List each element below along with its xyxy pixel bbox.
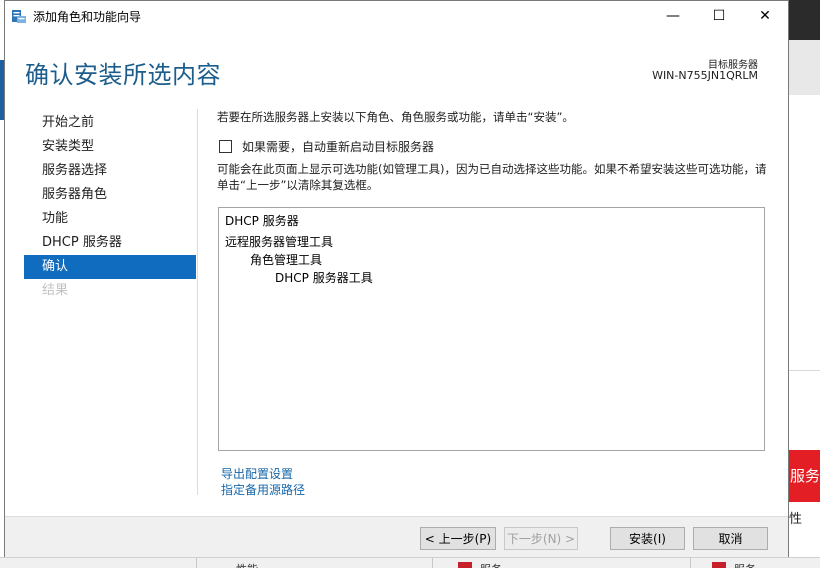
intro-text: 若要在所选服务器上安装以下角色、角色服务或功能，请单击“安装”。	[217, 110, 574, 124]
background-red-marker	[458, 562, 472, 568]
background-separator	[432, 558, 433, 568]
previous-button[interactable]: < 上一步(P)	[420, 527, 496, 550]
wizard-footer: < 上一步(P) 下一步(N) > 安装(I) 取消	[5, 516, 788, 557]
list-item: 角色管理工具	[250, 253, 323, 267]
cancel-button[interactable]: 取消	[693, 527, 768, 550]
optional-features-note: 可能会在此页面上显示可选功能(如管理工具)，因为已自动选择这些功能。如果不希望安…	[217, 162, 767, 192]
install-button[interactable]: 安装(I)	[610, 527, 685, 550]
background-property-text: 性	[789, 512, 803, 527]
window-title: 添加角色和功能向导	[33, 10, 142, 24]
background-separator	[690, 558, 691, 568]
wizard-dialog: 添加角色和功能向导 — ☐ ✕ 确认安装所选内容 目标服务器 WIN-N755J…	[4, 0, 789, 557]
close-button[interactable]: ✕	[742, 1, 788, 31]
nav-item-server-roles[interactable]: 服务器角色	[24, 183, 196, 207]
confirmation-content: 若要在所选服务器上安装以下角色、角色服务或功能，请单击“安装”。 如果需要，自动…	[217, 109, 769, 497]
target-server-name: WIN-N755JN1QRLM	[652, 69, 758, 82]
wizard-header: 确认安装所选内容 目标服务器 WIN-N755JN1QRLM	[5, 31, 788, 101]
nav-item-results: 结果	[42, 283, 69, 298]
background-bottom-strip: 性能 服务 服务	[0, 557, 820, 568]
server-manager-icon	[12, 10, 26, 23]
background-red-tile: 服务器	[789, 450, 820, 502]
nav-item-dhcp-server[interactable]: DHCP 服务器	[24, 231, 196, 255]
restart-option[interactable]: 如果需要，自动重新启动目标服务器	[219, 138, 434, 155]
selection-list[interactable]: DHCP 服务器 远程服务器管理工具 角色管理工具 DHCP 服务器工具	[218, 207, 765, 451]
nav-item-installation-type[interactable]: 安装类型	[24, 135, 196, 159]
background-separator	[196, 558, 197, 568]
list-item: DHCP 服务器工具	[275, 271, 373, 285]
background-service-label: 服务	[480, 561, 502, 568]
wizard-nav: 开始之前 安装类型 服务器选择 服务器角色 功能 DHCP 服务器 确认 结果	[24, 111, 196, 303]
nav-item-features[interactable]: 功能	[24, 207, 196, 231]
background-red-marker	[712, 562, 726, 568]
nav-item-confirmation[interactable]: 确认	[24, 255, 196, 279]
background-gray-panel	[789, 40, 820, 95]
background-service-label: 服务	[734, 561, 756, 568]
background-divider	[789, 370, 820, 371]
close-icon: ✕	[759, 8, 771, 24]
export-config-link[interactable]: 导出配置设置	[221, 465, 293, 482]
restart-checkbox-label[interactable]: 如果需要，自动重新启动目标服务器	[242, 138, 434, 155]
list-item: DHCP 服务器	[225, 214, 299, 228]
page-title: 确认安装所选内容	[25, 61, 221, 89]
nav-divider	[197, 109, 198, 495]
maximize-icon: ☐	[712, 8, 726, 24]
background-perf-label: 性能	[236, 561, 258, 568]
minimize-button[interactable]: —	[650, 1, 696, 31]
nav-item-server-selection[interactable]: 服务器选择	[24, 159, 196, 183]
background-window-right: 服务器 性	[789, 0, 820, 568]
background-dark-bar	[789, 0, 820, 40]
title-bar[interactable]: 添加角色和功能向导 — ☐ ✕	[5, 1, 788, 31]
list-item: 远程服务器管理工具	[225, 235, 334, 249]
maximize-button[interactable]: ☐	[696, 1, 742, 31]
next-button[interactable]: 下一步(N) >	[504, 527, 578, 550]
restart-checkbox[interactable]	[219, 140, 232, 153]
alternate-source-link[interactable]: 指定备用源路径	[221, 481, 305, 498]
nav-item-before-you-begin[interactable]: 开始之前	[24, 111, 196, 135]
minimize-icon: —	[666, 8, 680, 24]
